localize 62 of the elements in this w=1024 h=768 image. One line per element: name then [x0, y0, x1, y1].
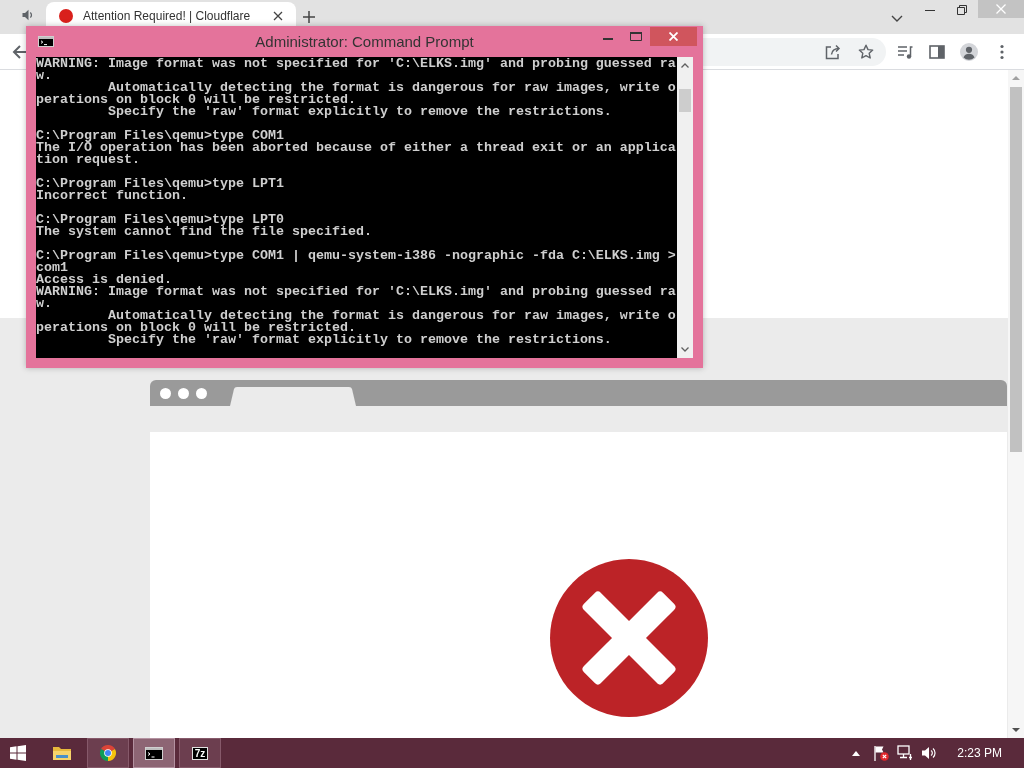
- restore-icon[interactable]: [957, 5, 967, 15]
- console-line: perations on block 0 will be restricted.: [36, 94, 356, 106]
- window-dot-icon: [160, 387, 171, 399]
- console-line: tion request.: [36, 154, 140, 166]
- terminal-icon: [145, 746, 163, 760]
- console-line: C:\Program Files\qemu>type LPT0: [36, 214, 285, 226]
- console-line: The system cannot find the file specified.: [36, 226, 373, 238]
- favicon-icon: [59, 9, 73, 23]
- console-line: perations on block 0 will be restricted.: [36, 322, 356, 334]
- console-line: Specify the 'raw' format explicitly to remove the restrictions.: [107, 334, 613, 346]
- taskbar-button[interactable]: [133, 738, 175, 768]
- minimize-icon[interactable]: [925, 9, 935, 11]
- console-line: The I/O operation has been aborted because of either a thread exit or an applica: [36, 142, 677, 154]
- console-line: C:\Program Files\qemu>type COM1: [36, 130, 284, 142]
- back-arrow-icon[interactable]: [12, 43, 28, 60]
- console-line: C:\Program Files\qemu>type COM1 | qemu-system-i386 -nographic -fda C:\ELKS.img >: [36, 250, 677, 262]
- console-line: Automatically detecting the format is dangerous for raw images, write o: [107, 310, 677, 322]
- star-icon[interactable]: [858, 43, 874, 60]
- taskbar-button[interactable]: 7z: [179, 738, 221, 768]
- share-icon[interactable]: [825, 43, 841, 60]
- close-icon: [996, 4, 1006, 14]
- more-menu-icon[interactable]: [1000, 43, 1004, 60]
- scroll-down-icon[interactable]: [681, 347, 689, 352]
- flag-icon[interactable]: [873, 745, 890, 761]
- window-dot-icon: [178, 387, 189, 399]
- console-line: w.: [36, 70, 53, 82]
- clock[interactable]: 2:23 PM: [957, 746, 1002, 760]
- folder-icon: [53, 745, 71, 761]
- side-panel-icon[interactable]: [929, 43, 945, 60]
- console-line: WARNING: Image format was not specified for 'C:\ELKS.img' and probing guessed ra: [36, 58, 677, 70]
- error-icon: [550, 559, 708, 717]
- close-button[interactable]: [650, 27, 697, 46]
- console-line: Specify the 'raw' format explicitly to remove the restrictions.: [107, 106, 613, 118]
- speaker-icon[interactable]: [22, 9, 34, 21]
- console-line: w.: [36, 298, 53, 310]
- maximize-icon[interactable]: [630, 32, 642, 41]
- window-dot-icon: [196, 387, 207, 399]
- close-icon: [669, 32, 678, 41]
- caret-up-icon[interactable]: [852, 750, 861, 756]
- windows-logo-icon[interactable]: [10, 745, 26, 761]
- console-line: Access is denied.: [36, 274, 172, 286]
- scroll-down-icon[interactable]: [1012, 728, 1020, 732]
- scrollbar-thumb[interactable]: [1010, 87, 1022, 452]
- scrollbar-thumb[interactable]: [679, 89, 691, 112]
- profile-icon[interactable]: [960, 42, 978, 61]
- console-line: Incorrect function.: [36, 190, 188, 202]
- console-line: Automatically detecting the format is dangerous for raw images, write o: [107, 82, 677, 94]
- plus-icon[interactable]: [303, 11, 315, 23]
- volume-icon[interactable]: [921, 745, 938, 761]
- window-title: Administrator: Command Prompt: [255, 33, 474, 50]
- chevron-down-icon[interactable]: [891, 15, 903, 22]
- page-scrollbar[interactable]: [1008, 70, 1024, 738]
- console-scrollbar[interactable]: [677, 57, 693, 358]
- network-icon[interactable]: [897, 745, 914, 761]
- playlist-icon[interactable]: [897, 43, 913, 60]
- scroll-up-icon[interactable]: [681, 63, 689, 68]
- console-line: com1: [36, 262, 68, 274]
- browser-icon: [99, 744, 117, 762]
- close-icon[interactable]: [273, 11, 283, 21]
- console-line: C:\Program Files\qemu>type LPT1: [36, 178, 285, 190]
- console-line: WARNING: Image format was not specified for 'C:\ELKS.img' and probing guessed ra: [36, 286, 677, 298]
- terminal-icon: [38, 36, 54, 47]
